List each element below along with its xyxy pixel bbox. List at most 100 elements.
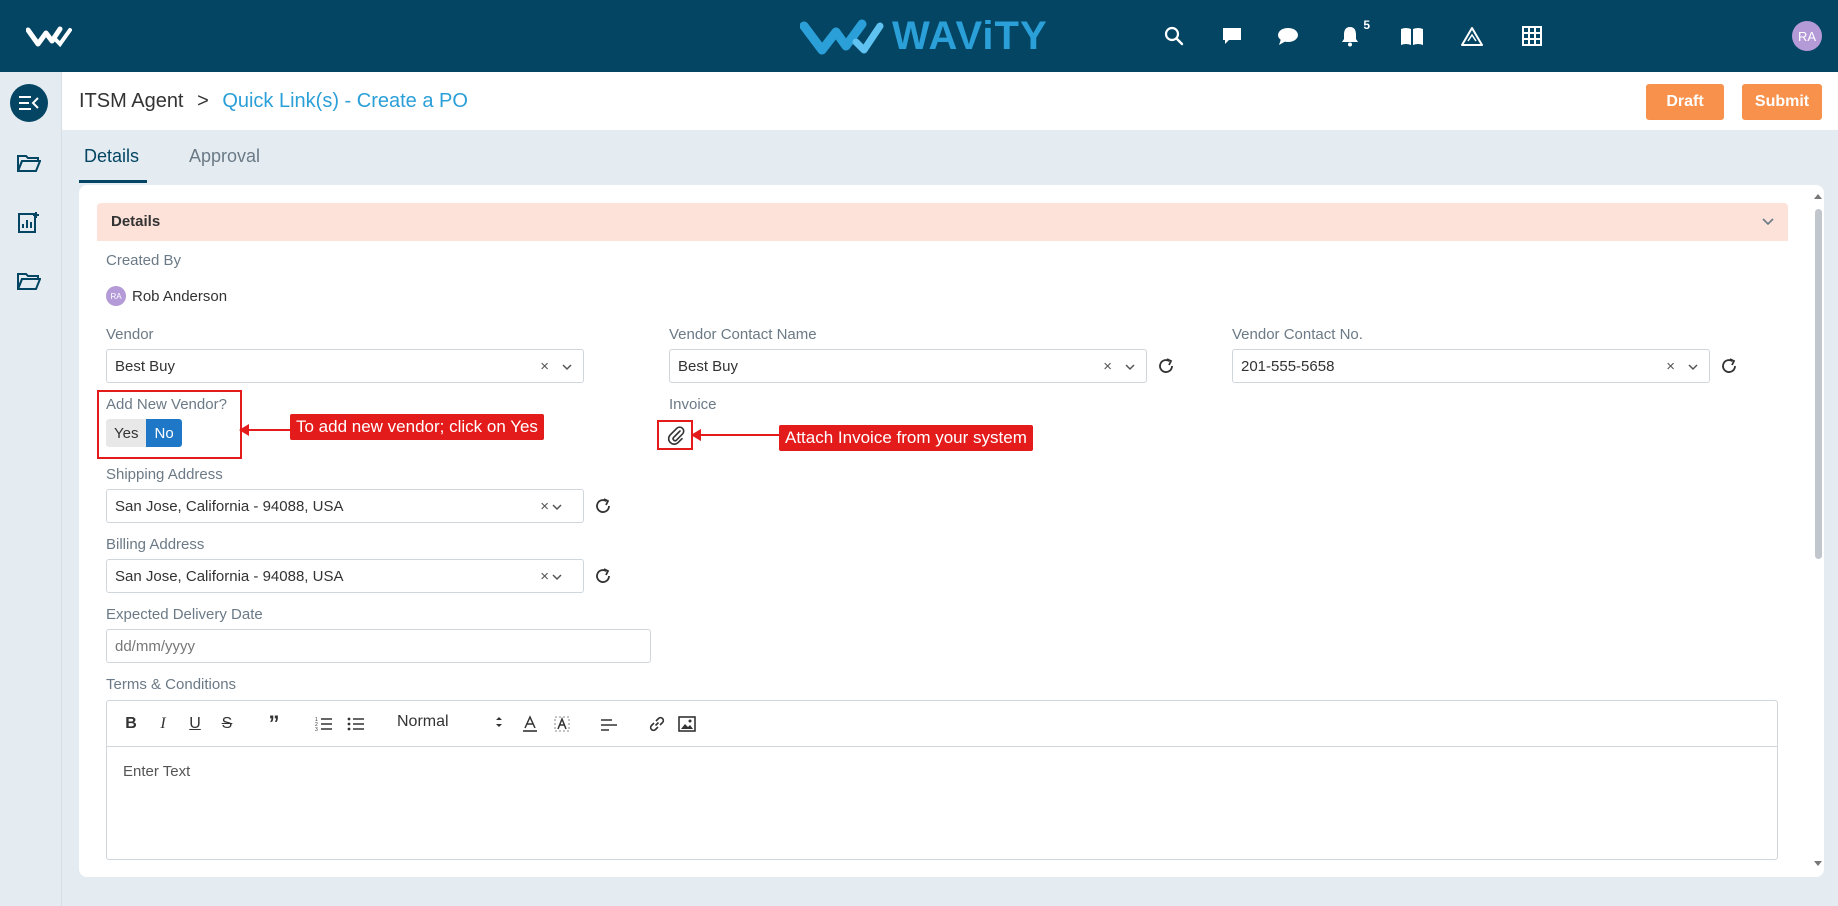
page-header: ITSM Agent > Quick Link(s) - Create a PO…: [62, 72, 1838, 130]
invoice-callout: Attach Invoice from your system: [779, 425, 1033, 451]
terms-editor[interactable]: B I U S ” 123 Normal Enter Text: [106, 700, 1778, 860]
bell-icon[interactable]: 5: [1336, 18, 1370, 50]
refresh-icon[interactable]: [1720, 357, 1738, 375]
quote-icon[interactable]: ”: [264, 711, 284, 736]
chat-square-icon[interactable]: [1218, 22, 1246, 50]
refresh-icon[interactable]: [594, 567, 612, 585]
clear-icon[interactable]: ×: [540, 498, 549, 515]
grid-icon[interactable]: [1518, 22, 1546, 50]
active-tab-indicator: [79, 180, 147, 183]
top-bar: WAViTY 5 RA: [0, 0, 1838, 72]
billing-address-select[interactable]: San Jose, California - 94088, USA ×: [106, 559, 584, 593]
ordered-list-icon[interactable]: 123: [314, 715, 334, 733]
shipping-address-label: Shipping Address: [106, 466, 223, 483]
vendor-contact-no-value: 201-555-5658: [1241, 358, 1335, 375]
sidebar: [0, 72, 62, 906]
terms-label: Terms & Conditions: [106, 676, 237, 693]
vendor-contact-no-select[interactable]: 201-555-5658 ×: [1232, 349, 1710, 383]
search-icon[interactable]: [1160, 22, 1188, 50]
warning-icon[interactable]: [1458, 22, 1486, 50]
format-select[interactable]: Normal: [397, 713, 503, 731]
scroll-down-icon[interactable]: [1814, 861, 1822, 867]
breadcrumb-root[interactable]: ITSM Agent: [79, 90, 184, 112]
clear-icon[interactable]: ×: [1666, 358, 1675, 375]
vendor-contact-name-select[interactable]: Best Buy ×: [669, 349, 1147, 383]
chevron-updown-icon: [496, 716, 503, 727]
add-vendor-no-button[interactable]: No: [146, 419, 182, 447]
align-icon[interactable]: [599, 715, 619, 733]
link-icon[interactable]: [647, 715, 667, 733]
vendor-contact-name-label: Vendor Contact Name: [669, 326, 817, 343]
clear-icon[interactable]: ×: [540, 568, 549, 585]
vendor-label: Vendor: [106, 326, 154, 343]
tab-approval[interactable]: Approval: [189, 146, 260, 167]
brand-name: WAViTY: [892, 13, 1048, 58]
chevron-down-icon[interactable]: [561, 361, 573, 373]
bullet-list-icon[interactable]: [346, 715, 366, 733]
strikethrough-icon[interactable]: S: [217, 715, 237, 733]
add-new-vendor-label: Add New Vendor?: [106, 396, 227, 413]
folder-icon[interactable]: [16, 150, 42, 176]
scroll-up-icon[interactable]: [1814, 193, 1822, 199]
invoice-label: Invoice: [669, 396, 717, 413]
italic-icon[interactable]: I: [153, 715, 173, 733]
clear-icon[interactable]: ×: [540, 358, 549, 375]
bold-icon[interactable]: B: [121, 715, 141, 733]
report-icon[interactable]: [16, 209, 42, 235]
editor-placeholder: Enter Text: [123, 763, 191, 780]
date-placeholder: dd/mm/yyyy: [115, 638, 196, 655]
breadcrumb-current[interactable]: Quick Link(s) - Create a PO: [222, 90, 468, 112]
chevron-down-icon[interactable]: [1687, 361, 1699, 373]
created-by-value: RA Rob Anderson: [106, 286, 227, 306]
refresh-icon[interactable]: [1157, 357, 1175, 375]
image-icon[interactable]: [677, 715, 697, 733]
callout-arrow: [239, 424, 291, 436]
vendor-value: Best Buy: [115, 358, 176, 375]
callout-arrow: [691, 429, 779, 441]
scrollbar[interactable]: [1812, 185, 1824, 877]
book-icon[interactable]: [1398, 22, 1426, 50]
expected-delivery-input[interactable]: dd/mm/yyyy: [106, 629, 651, 663]
chat-bubble-icon[interactable]: [1274, 22, 1302, 50]
shipping-address-select[interactable]: San Jose, California - 94088, USA ×: [106, 489, 584, 523]
billing-address-value: San Jose, California - 94088, USA: [115, 568, 344, 585]
brand-logo: WAViTY: [800, 14, 1048, 58]
font-color-icon[interactable]: [520, 715, 540, 733]
add-new-vendor-toggle: Yes No: [106, 419, 182, 447]
chevron-down-icon[interactable]: [551, 501, 563, 513]
draft-button[interactable]: Draft: [1646, 84, 1724, 120]
chevron-down-icon[interactable]: [1124, 361, 1136, 373]
menu-collapse-icon[interactable]: [10, 84, 48, 122]
user-avatar[interactable]: RA: [1792, 21, 1822, 51]
submit-button[interactable]: Submit: [1742, 84, 1822, 120]
vendor-contact-no-label: Vendor Contact No.: [1232, 326, 1363, 343]
breadcrumb: ITSM Agent > Quick Link(s) - Create a PO: [79, 90, 468, 113]
clear-icon[interactable]: ×: [1103, 358, 1112, 375]
section-title: Details: [111, 213, 161, 230]
background-color-icon[interactable]: [552, 715, 572, 733]
app-logo-icon[interactable]: [26, 24, 72, 48]
svg-text:3: 3: [315, 727, 318, 732]
shipping-address-value: San Jose, California - 94088, USA: [115, 498, 344, 515]
vendor-contact-name-value: Best Buy: [678, 358, 739, 375]
scroll-thumb[interactable]: [1815, 209, 1822, 559]
paperclip-icon[interactable]: [666, 425, 686, 445]
vendor-select[interactable]: Best Buy ×: [106, 349, 584, 383]
refresh-icon[interactable]: [594, 497, 612, 515]
wavity-mark-icon: [800, 19, 884, 55]
editor-toolbar: B I U S ” 123 Normal: [107, 701, 1777, 747]
underline-icon[interactable]: U: [185, 715, 205, 733]
avatar: RA: [106, 286, 126, 306]
notification-count: 5: [1363, 18, 1370, 32]
created-by-label: Created By: [106, 252, 182, 269]
add-vendor-callout: To add new vendor; click on Yes: [290, 414, 544, 440]
expected-delivery-label: Expected Delivery Date: [106, 606, 263, 623]
format-value: Normal: [397, 713, 449, 730]
add-vendor-yes-button[interactable]: Yes: [106, 419, 147, 447]
tab-details[interactable]: Details: [84, 146, 139, 167]
billing-address-label: Billing Address: [106, 536, 205, 553]
details-section-header[interactable]: Details: [97, 203, 1788, 241]
chevron-down-icon[interactable]: [1760, 213, 1776, 229]
folder-icon[interactable]: [16, 268, 42, 294]
chevron-down-icon[interactable]: [551, 571, 563, 583]
